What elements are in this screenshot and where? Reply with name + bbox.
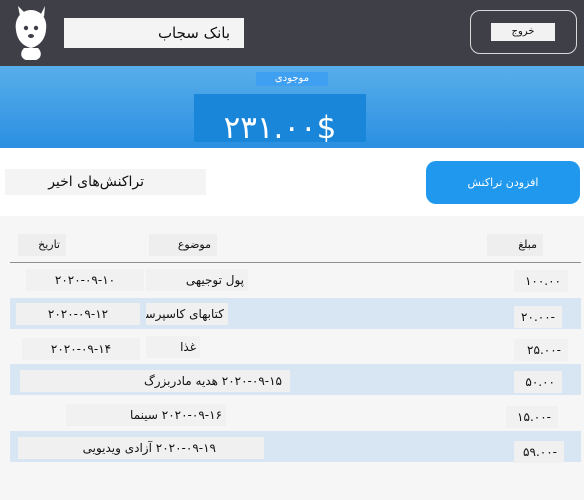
bank-name: بانک سجاب xyxy=(64,18,244,48)
table-row[interactable]: ۲۰۲۰-۰۹-۱۵ هدیه مادربزرگ ۵۰.۰۰ xyxy=(10,364,581,395)
row-description: غذا xyxy=(146,336,200,358)
row-amount: -۲۵.۰۰ xyxy=(514,339,568,361)
table-row[interactable]: ۲۰۲۰-۰۹-۱۰ پول توجیهی ۱۰۰.۰۰ xyxy=(10,265,581,296)
column-header-description: موضوع xyxy=(149,234,217,256)
logo-icon xyxy=(10,4,52,62)
column-header-date: تاریخ xyxy=(18,234,66,256)
table-row[interactable]: ۲۰۲۰-۰۹-۱۲ کتابهای کاسپرسکی -۲۰.۰۰ xyxy=(10,298,581,329)
table-row[interactable]: ۲۰۲۰-۰۹-۱۶ سینما -۱۵.۰۰ xyxy=(10,398,581,429)
row-date: ۲۰۲۰-۰۹-۱۴ xyxy=(22,338,140,360)
row-description: کتابهای کاسپرسکی xyxy=(146,303,228,325)
row-date: ۲۰۲۰-۰۹-۱۰ xyxy=(26,269,144,291)
transactions-title: تراکنش‌های اخیر xyxy=(5,169,206,195)
add-transaction-button[interactable]: افزودن تراکنش xyxy=(426,161,580,204)
row-date: ۲۰۲۰-۰۹-۱۲ xyxy=(16,303,140,325)
row-amount: -۵۹.۰۰ xyxy=(514,441,564,463)
balance-label: موجودی xyxy=(256,72,328,86)
row-description: ۲۰۲۰-۰۹-۱۶ سینما xyxy=(66,404,226,426)
balance-value: ۲۳۱.۰۰$ xyxy=(194,94,366,142)
column-header-amount: مبلغ xyxy=(487,234,543,256)
row-description: ۲۰۲۰-۰۹-۱۹ آزادی ویدیویی xyxy=(18,437,264,459)
row-amount: ۵۰.۰۰ xyxy=(514,371,562,393)
row-description: پول توجیهی xyxy=(146,269,248,291)
row-amount: ۱۰۰.۰۰ xyxy=(514,270,568,292)
logout-button[interactable]: خروج xyxy=(470,10,577,54)
row-amount: -۲۰.۰۰ xyxy=(514,306,562,328)
header-divider xyxy=(10,262,581,263)
row-amount: -۱۵.۰۰ xyxy=(506,406,558,428)
row-description: ۲۰۲۰-۰۹-۱۵ هدیه مادربزرگ xyxy=(20,370,290,392)
table-row[interactable]: ۲۰۲۰-۰۹-۱۴ غذا -۲۵.۰۰ xyxy=(10,331,581,362)
table-row[interactable]: ۲۰۲۰-۰۹-۱۹ آزادی ویدیویی -۵۹.۰۰ xyxy=(10,431,581,463)
logout-button-label: خروج xyxy=(491,23,555,41)
